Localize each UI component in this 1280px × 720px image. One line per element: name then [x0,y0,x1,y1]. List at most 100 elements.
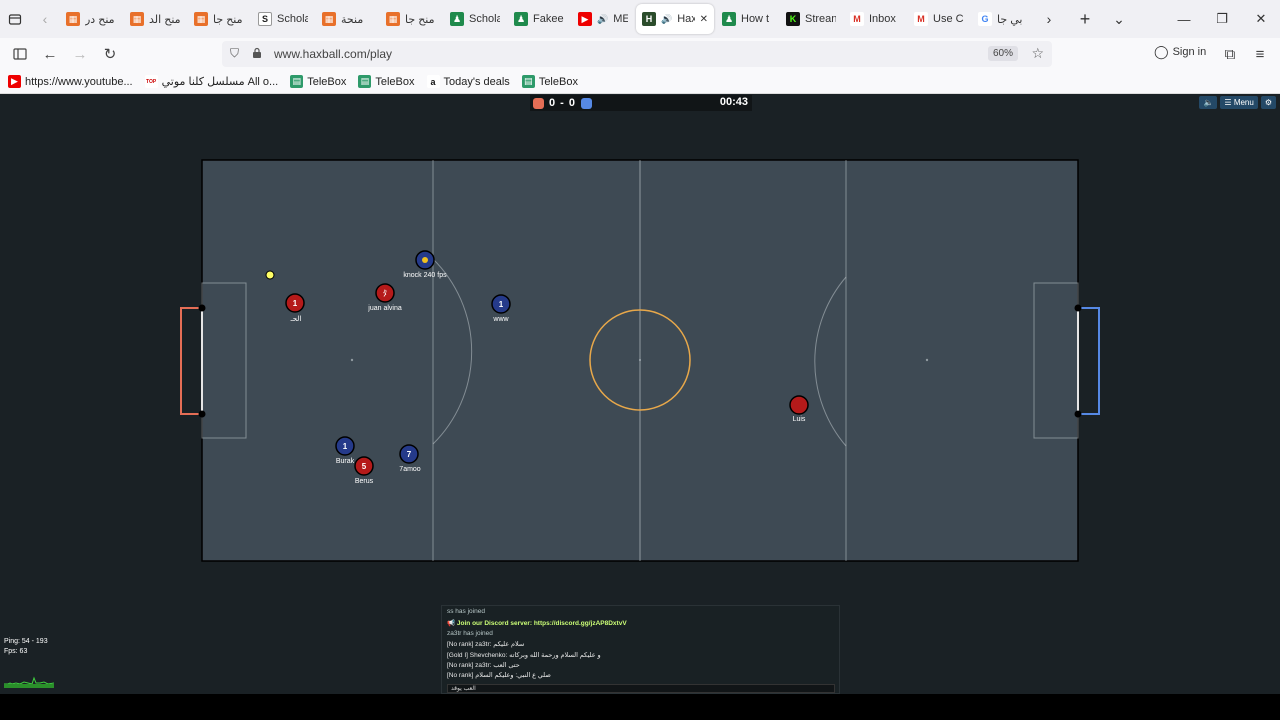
player-disc: 7 [399,444,419,464]
chat-line: 📢 Join our Discord server: https://disco… [447,620,627,627]
speaker-icon[interactable]: 🔊 [661,14,672,25]
player-number: 1 [293,299,298,308]
tab-bar: ‹ ▦ منح در ▦ منح الد ▦ منح جا S Schola ▦ منحة ▦ منح… [0,0,1280,38]
haxball-game[interactable]: 1 ﾀ 1 1 5 7 الحـ juan alvina knock 240 f… [0,94,1280,720]
zoom-level-badge[interactable]: 60% [987,46,1018,61]
browser-tab[interactable]: ▦ منح جا [188,4,250,34]
player-name: الحـ [290,316,302,323]
telebox-favicon-icon: ▤ [358,75,372,88]
browser-tab[interactable]: M Use C [908,4,970,34]
speaker-icon[interactable]: 🔊 [597,14,608,25]
browser-tab[interactable]: ▶ 🔊 MENT [572,4,634,34]
bookmark-item[interactable]: TOP مسلسل كلنا موتي All o... [144,75,278,88]
blue-team-indicator [581,97,593,109]
close-window-button[interactable]: ✕ [1241,0,1280,38]
browser-tab[interactable]: H 🔊 Hax ✕ [636,4,714,34]
player-number: 5 [362,462,367,471]
tab-label: Schola [277,13,308,25]
forward-button[interactable]: → [65,40,95,68]
sound-toggle-button[interactable]: 🔈 [1199,96,1218,109]
player-disc: ﾀ [375,283,395,303]
fps-readout: Fps: 63 [4,648,28,655]
player-disc: 1 [335,436,355,456]
address-bar[interactable]: ⛉ www.haxball.com/play 60% ☆ [222,41,1052,67]
bookmark-label: TeleBox [375,75,415,88]
gmail-favicon-icon: M [914,12,928,26]
tab-label: How t [741,13,770,25]
list-all-tabs-icon[interactable]: ⌄ [1104,4,1134,34]
tab-label: MENT [613,13,628,25]
tab-label: Use C [933,13,964,25]
player-name: Burak [335,458,355,465]
menu-button[interactable]: ☰ Menu [1220,96,1258,109]
bookmark-item[interactable]: ▤ TeleBox [521,75,578,88]
scroll-tabs-right-icon[interactable]: › [1034,4,1064,34]
top-favicon-icon: TOP [144,75,158,88]
player-disc: 5 [354,456,374,476]
ping-readout: Ping: 54 - 193 [4,638,48,645]
browser-tab[interactable]: ♟ Schola [444,4,506,34]
minimize-button[interactable]: — [1164,0,1204,38]
ball [265,270,275,280]
browser-tab[interactable]: ▦ منحة [316,4,378,34]
browser-tab[interactable]: M Inbox [844,4,906,34]
kick-favicon-icon: K [786,12,800,26]
tab-label: Inbox [869,13,896,25]
browser-tab[interactable]: S Schola [252,4,314,34]
blue-goal-post-top [1074,304,1082,312]
lock-icon[interactable] [252,46,262,64]
player-name: Luis [792,416,806,423]
browser-tab[interactable]: ♟ How t [716,4,778,34]
youtube-favicon-icon: ▶ [8,75,21,88]
bookmark-item[interactable]: ▤ TeleBox [358,75,415,88]
close-tab-icon[interactable]: ✕ [700,14,708,25]
bookmark-item[interactable]: ▶ https://www.youtube... [8,75,133,88]
player-disc: 1 [285,293,305,313]
network-stats: Ping: 54 - 193 Fps: 63 [4,637,48,657]
center-spot [639,359,641,361]
pitch[interactable]: 1 ﾀ 1 1 5 7 [0,94,1280,694]
scholar-favicon-icon: S [258,12,272,26]
orange-favicon-icon: ▦ [130,12,144,26]
tab-label: Hax [677,13,695,25]
game-controls: 🔈 ☰ Menu ⚙ [1199,96,1276,109]
tracking-protection-icon[interactable]: ⛉ [230,46,239,61]
player-name: 7amoo [399,466,421,473]
tab-label: Fakeel [533,13,564,25]
chat-input[interactable]: العب يوقد [447,684,835,693]
reload-button[interactable]: ↻ [95,40,125,68]
red-team-indicator [533,97,544,109]
new-tab-button[interactable]: + [1070,4,1100,34]
bookmark-label: TeleBox [307,75,347,88]
telebox-favicon-icon: ▤ [521,75,535,88]
right-penalty-spot [925,358,929,362]
scoreboard: 0 - 0 00:43 [530,95,752,111]
fps-graph [4,670,54,688]
tab-label: منح جا [213,13,243,26]
player-name: juan alvina [368,305,402,312]
back-button[interactable]: ← [35,40,65,68]
browser-tab[interactable]: ♟ Fakeel [508,4,570,34]
extensions-icon[interactable]: ⧉ [1215,40,1245,68]
settings-gear-icon[interactable]: ⚙ [1260,96,1276,109]
bookmark-item[interactable]: ▤ TeleBox [290,75,346,88]
browser-tab[interactable]: K Strean [780,4,842,34]
browser-tab[interactable]: ▦ منح در [60,4,122,34]
bookmark-star-icon[interactable]: ☆ [1031,45,1044,62]
app-menu-icon[interactable]: ≡ [1245,40,1275,68]
player-disc: 1 [491,294,511,314]
sign-in-button[interactable]: ◯ Sign in [1154,44,1206,60]
chat-line: [No rank] za3tr: سلام عليكم [447,641,525,648]
tab-list-icon[interactable] [0,4,30,34]
bookmark-item[interactable]: a Today's deals [426,75,510,88]
restore-button[interactable]: ❐ [1202,0,1242,38]
browser-tab[interactable]: G بي جا [972,4,1034,34]
browser-tab[interactable]: ▦ منح الد [124,4,186,34]
red-goal-post-bottom [198,410,206,418]
scroll-tabs-left-icon[interactable]: ‹ [30,4,60,34]
sidebar-toggle-icon[interactable] [5,40,35,68]
player-disc [415,250,435,270]
match-time: 00:43 [719,96,748,108]
browser-tab[interactable]: ▦ منح جا [380,4,442,34]
tab-label: Strean [805,13,836,25]
